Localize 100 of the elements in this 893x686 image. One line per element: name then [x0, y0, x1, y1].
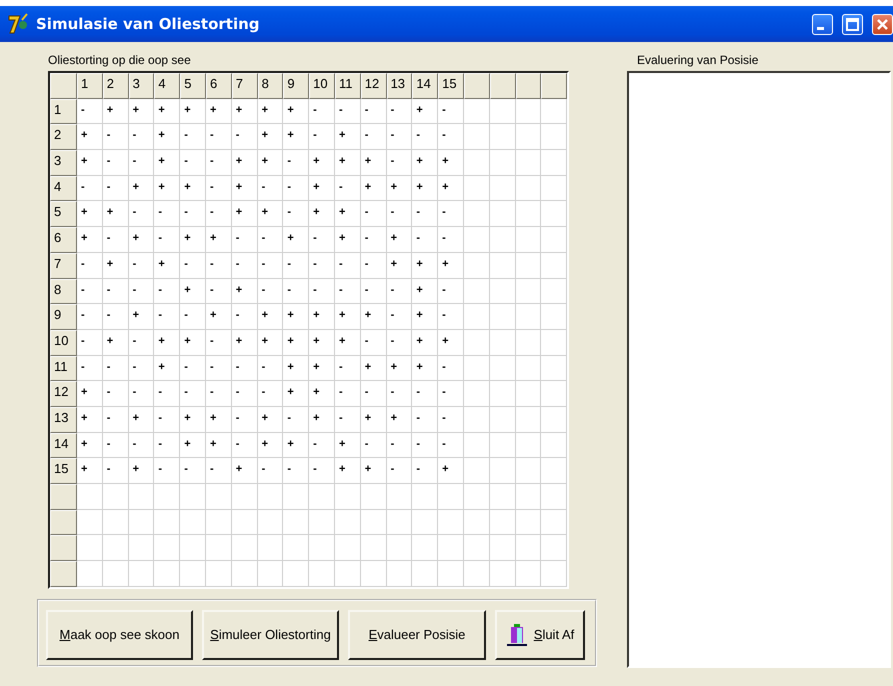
table-cell: + — [180, 432, 206, 458]
table-cell: - — [128, 124, 154, 150]
table-cell: - — [77, 176, 103, 202]
table-cell — [180, 484, 206, 510]
table-cell: + — [180, 330, 206, 356]
table-cell: - — [128, 381, 154, 407]
table-cell: - — [180, 150, 206, 176]
table-cell: + — [412, 330, 438, 356]
table-cell: - — [360, 124, 387, 150]
table-cell — [464, 381, 490, 407]
table-cell: + — [102, 252, 129, 278]
table-cell: - — [232, 406, 258, 433]
table-cell — [516, 201, 542, 228]
table-cell: + — [283, 124, 310, 150]
table-cell: + — [386, 252, 412, 278]
table-cell — [102, 510, 129, 536]
table-cell: + — [206, 406, 232, 433]
table-cell: + — [438, 252, 464, 278]
table-cell: - — [180, 381, 206, 407]
table-cell — [309, 561, 335, 587]
table-cell — [360, 535, 387, 562]
table-cell — [438, 561, 464, 587]
table-cell — [464, 510, 490, 536]
table-cell: + — [180, 98, 206, 124]
table-cell — [412, 484, 438, 510]
action-button[interactable]: Maak oop see skoon — [46, 610, 193, 660]
table-cell — [541, 432, 568, 458]
table-cell: - — [258, 381, 284, 407]
action-button[interactable]: Evalueer Posisie — [348, 610, 486, 660]
close-button[interactable] — [872, 14, 893, 34]
table-cell — [490, 432, 516, 458]
maximize-button[interactable] — [842, 14, 863, 34]
table-cell: - — [232, 252, 258, 278]
table-cell: + — [77, 124, 103, 150]
table-cell: + — [180, 278, 206, 304]
table-cell: - — [154, 381, 180, 407]
header-cell: 14 — [50, 432, 77, 458]
table-cell: + — [412, 150, 438, 176]
table-cell — [490, 98, 516, 124]
header-cell: 8 — [50, 278, 77, 304]
table-cell: - — [283, 406, 310, 433]
table-cell: + — [232, 98, 258, 124]
table-cell: - — [386, 124, 412, 150]
table-cell — [541, 98, 568, 124]
table-cell — [490, 304, 516, 330]
door-icon — [506, 622, 528, 647]
table-cell: + — [309, 304, 335, 330]
table-cell — [541, 227, 568, 253]
table-cell: - — [180, 356, 206, 382]
table-cell: - — [180, 124, 206, 150]
table-cell — [128, 535, 154, 562]
table-cell — [386, 561, 412, 587]
header-cell: 11 — [334, 73, 361, 99]
minimize-button[interactable] — [812, 14, 833, 34]
table-cell: - — [102, 458, 129, 484]
table-cell — [386, 535, 412, 562]
table-cell: - — [438, 278, 464, 304]
exit-button[interactable]: Sluit Af — [495, 610, 585, 660]
table-cell: - — [334, 98, 361, 124]
app-icon — [8, 13, 30, 35]
table-cell: - — [180, 252, 206, 278]
table-cell — [516, 356, 542, 382]
table-cell: - — [232, 304, 258, 330]
table-cell — [490, 381, 516, 407]
table-cell: + — [102, 201, 129, 228]
header-cell: 4 — [50, 176, 77, 202]
table-cell — [206, 535, 232, 562]
table-cell: + — [128, 98, 154, 124]
table-cell: + — [258, 98, 284, 124]
table-cell — [541, 356, 568, 382]
header-cell: 9 — [283, 73, 310, 99]
table-cell — [464, 484, 490, 510]
table-cell: + — [232, 458, 258, 484]
table-cell: + — [258, 124, 284, 150]
table-cell — [541, 176, 568, 202]
table-cell: + — [334, 458, 361, 484]
table-cell — [490, 330, 516, 356]
table-cell: - — [386, 98, 412, 124]
header-cell: 15 — [50, 458, 77, 484]
table-cell: + — [232, 278, 258, 304]
table-cell: - — [180, 304, 206, 330]
table-cell: + — [154, 252, 180, 278]
table-cell — [516, 330, 542, 356]
table-cell: - — [438, 406, 464, 433]
table-cell: + — [309, 406, 335, 433]
action-button[interactable]: Simuleer Oliestorting — [202, 610, 339, 660]
table-cell: - — [258, 278, 284, 304]
table-cell: + — [386, 227, 412, 253]
table-cell: - — [360, 432, 387, 458]
table-cell — [386, 510, 412, 536]
table-cell: - — [77, 278, 103, 304]
table-cell — [516, 484, 542, 510]
table-cell — [464, 406, 490, 433]
table-cell — [516, 406, 542, 433]
table-cell — [516, 252, 542, 278]
table-cell — [334, 561, 361, 587]
table-cell: - — [206, 458, 232, 484]
table-cell: - — [77, 356, 103, 382]
table-cell: - — [102, 176, 129, 202]
table-cell: + — [438, 458, 464, 484]
